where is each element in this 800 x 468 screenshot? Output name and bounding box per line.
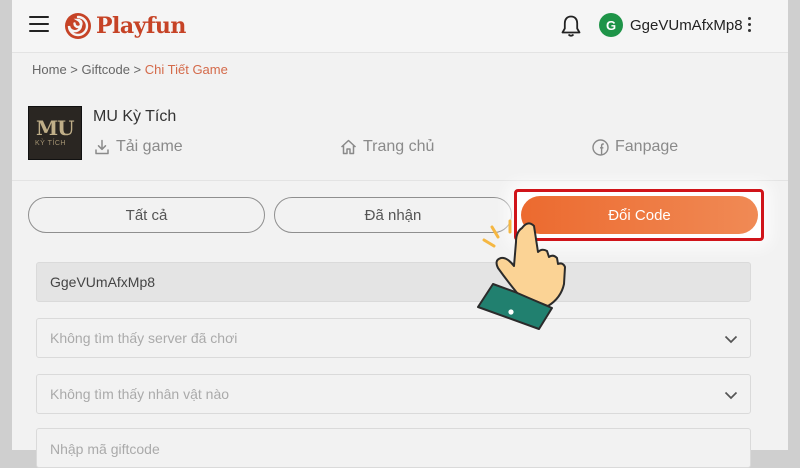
homepage-link[interactable]: Trang chủ xyxy=(340,138,434,156)
tab-all[interactable]: Tất cả xyxy=(28,197,265,233)
character-select-placeholder: Không tìm thấy nhân vật nào xyxy=(50,386,230,402)
avatar[interactable]: G xyxy=(599,13,623,37)
game-thumbnail-subtitle: KỲ TÍCH xyxy=(35,140,66,147)
game-thumbnail-logo: MU xyxy=(36,116,75,140)
download-icon xyxy=(95,139,109,155)
chevron-down-icon xyxy=(724,391,738,400)
hamburger-menu-icon[interactable] xyxy=(29,16,49,34)
username-field[interactable]: GgeVUmAfxMp8 xyxy=(36,262,751,302)
logo-text: Playfun xyxy=(96,13,186,39)
giftcode-input-placeholder: Nhập mã giftcode xyxy=(50,441,160,457)
game-title: MU Kỳ Tích xyxy=(93,108,177,125)
breadcrumb-separator: > xyxy=(129,62,145,77)
breadcrumb-separator: > xyxy=(66,62,82,77)
download-game-link[interactable]: Tải game xyxy=(94,138,183,156)
server-select[interactable]: Không tìm thấy server đã chơi xyxy=(36,318,751,358)
homepage-label: Trang chủ xyxy=(363,138,435,155)
notification-bell-icon[interactable] xyxy=(560,14,582,38)
page: Playfun G GgeVUmAfxMp8 Home > Giftcode >… xyxy=(12,0,788,468)
giftcode-input[interactable]: Nhập mã giftcode xyxy=(36,428,751,468)
fanpage-link[interactable]: Fanpage xyxy=(592,138,678,156)
character-select[interactable]: Không tìm thấy nhân vật nào xyxy=(36,374,751,414)
playfun-swirl-icon xyxy=(65,13,91,39)
username-field-value: GgeVUmAfxMp8 xyxy=(50,274,156,290)
pointing-hand-icon xyxy=(477,219,566,330)
server-select-placeholder: Không tìm thấy server đã chơi xyxy=(50,330,238,346)
username-label[interactable]: GgeVUmAfxMp8 xyxy=(630,17,743,34)
facebook-icon xyxy=(592,138,609,156)
home-icon xyxy=(340,139,357,155)
breadcrumb-giftcode[interactable]: Giftcode xyxy=(82,62,130,77)
more-vertical-icon[interactable] xyxy=(748,17,752,35)
game-thumbnail: MU KỲ TÍCH xyxy=(28,106,82,160)
section-divider xyxy=(12,180,788,181)
chevron-down-icon xyxy=(724,335,738,344)
top-header: Playfun G GgeVUmAfxMp8 xyxy=(12,0,788,53)
fanpage-label: Fanpage xyxy=(615,138,679,155)
breadcrumb-current: Chi Tiết Game xyxy=(144,62,228,77)
download-game-label: Tải game xyxy=(116,138,183,155)
breadcrumb-home[interactable]: Home xyxy=(32,62,67,77)
breadcrumb: Home > Giftcode > Chi Tiết Game xyxy=(32,62,228,77)
playfun-logo[interactable]: Playfun xyxy=(64,11,186,41)
